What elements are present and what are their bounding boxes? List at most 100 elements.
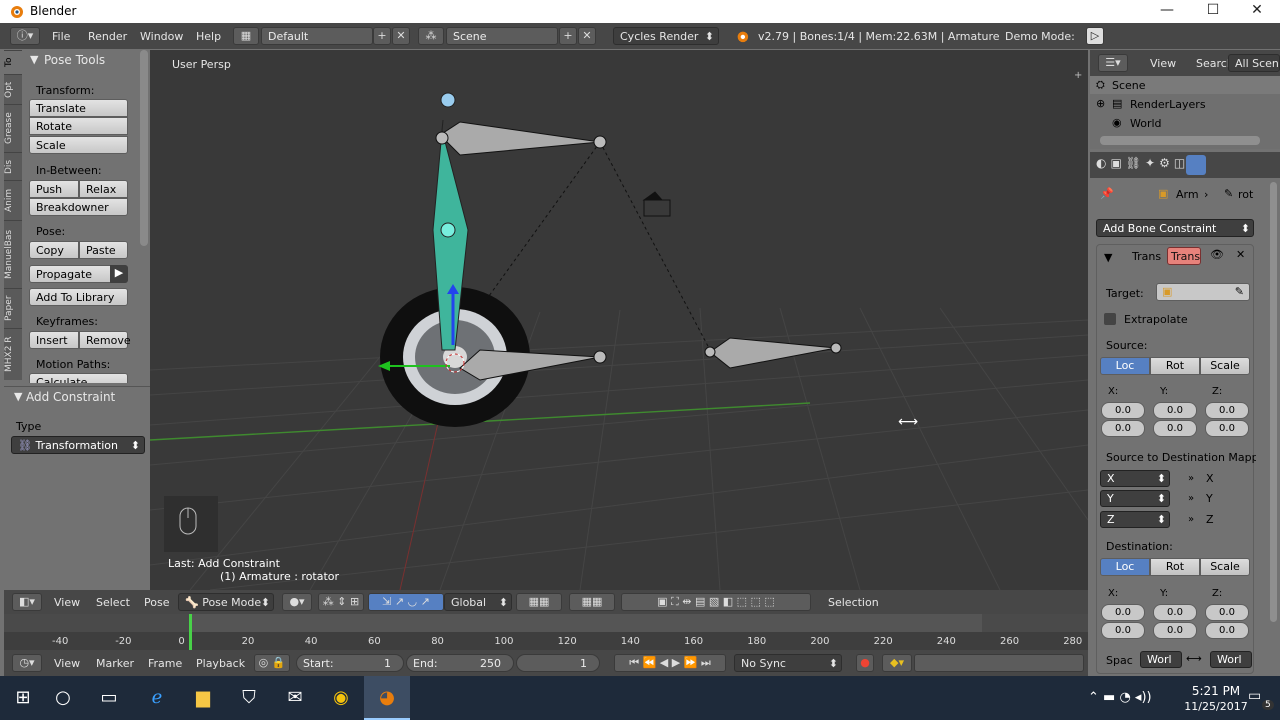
layers-grid-a[interactable]: ▦▦	[516, 593, 562, 611]
map-x-select[interactable]: X ⬍	[1100, 470, 1170, 487]
dest-scale-button[interactable]: Scale	[1200, 558, 1250, 576]
menu-view[interactable]: View	[1150, 57, 1176, 70]
dest-rot-button[interactable]: Rot	[1150, 558, 1200, 576]
breakdowner-button[interactable]: Breakdowner	[29, 198, 128, 216]
push-button[interactable]: Push	[29, 180, 79, 198]
clock-time[interactable]: 5:21 PM	[1178, 684, 1254, 698]
relax-button[interactable]: Relax	[79, 180, 128, 198]
calculate-button[interactable]: Calculate	[29, 373, 128, 383]
propagate-button[interactable]: Propagate ▶	[29, 265, 128, 283]
dest-z-max[interactable]: 0.0	[1205, 622, 1249, 639]
tab-options[interactable]: Opt	[4, 74, 22, 104]
menu-view[interactable]: View	[54, 657, 80, 670]
task-view-icon[interactable]: ▭	[86, 676, 132, 720]
outliner-row[interactable]: ◉ World	[1090, 114, 1280, 132]
tab-paper[interactable]: Paper	[4, 288, 22, 328]
tab-mhx2[interactable]: MHX2 R	[4, 328, 22, 380]
store-icon[interactable]: ⛉	[226, 676, 272, 720]
source-loc-button[interactable]: Loc	[1100, 357, 1150, 375]
menu-select[interactable]: Select	[96, 596, 130, 609]
remove-keyframe-button[interactable]: Remove	[79, 331, 131, 349]
target-space-select[interactable]: Worl	[1210, 651, 1252, 668]
type-select[interactable]: ⛓ Transformation ⬍	[11, 436, 145, 454]
dest-loc-button[interactable]: Loc	[1100, 558, 1150, 576]
maximize-button[interactable]: ☐	[1190, 0, 1236, 23]
add-bone-constraint-select[interactable]: Add Bone Constraint ⬍	[1096, 219, 1254, 237]
mail-icon[interactable]: ✉	[272, 676, 318, 720]
scene-add-icon[interactable]: +	[559, 27, 577, 45]
playback-controls[interactable]: ⏮ ⏪ ◀ ▶ ⏩ ⏭	[614, 654, 726, 672]
scene-field[interactable]: Scene	[446, 27, 558, 45]
source-scale-button[interactable]: Scale	[1200, 357, 1250, 375]
pin-icon[interactable]: 📌	[1100, 187, 1114, 200]
target-field[interactable]: ▣ ✎	[1156, 283, 1250, 301]
editor-type-icon[interactable]: ☰▾	[1098, 54, 1128, 72]
rotate-button[interactable]: Rotate	[29, 117, 128, 135]
tab-grease[interactable]: Grease	[4, 104, 22, 152]
tray-icons[interactable]: ⌃ ▬ ◔ ◂))	[1088, 690, 1152, 705]
dest-y-max[interactable]: 0.0	[1153, 622, 1197, 639]
header-tool-icons[interactable]: ▣ ⛶ ⇹ ▤ ▧ ◧ ⬚ ⬚ ⬚	[621, 593, 811, 611]
delete-constraint-icon[interactable]: ✕	[1236, 248, 1245, 261]
menu-view[interactable]: View	[54, 596, 80, 609]
outliner-scrollbar[interactable]	[1100, 136, 1260, 145]
editor-type-icon[interactable]: ◷▾	[12, 654, 42, 672]
tab-animation[interactable]: Anim	[4, 180, 22, 220]
constraint-name-field[interactable]: Trans	[1167, 247, 1201, 265]
expand-icon[interactable]: ⊕	[1096, 97, 1105, 110]
map-z-select[interactable]: Z ⬍	[1100, 511, 1170, 528]
properties-scrollbar[interactable]	[1270, 182, 1277, 622]
edge-icon[interactable]: ℯ	[134, 676, 180, 720]
file-explorer-icon[interactable]: ▆	[180, 676, 226, 720]
menu-help[interactable]: Help	[196, 30, 221, 43]
eyedropper-icon[interactable]: ✎	[1235, 285, 1244, 298]
editor-type-icon[interactable]: ◧▾	[12, 593, 42, 611]
outliner-row[interactable]: ⛭ Scene	[1090, 76, 1280, 94]
tab-display[interactable]: Dis	[4, 152, 22, 180]
timeline[interactable]: -40 -20 0 20 40 60 80 100 120 140 160 180 200 220 240 2…	[4, 614, 1088, 650]
editor-type-icon[interactable]: ⓘ▾	[10, 27, 40, 45]
menu-playback[interactable]: Playback	[196, 657, 245, 670]
menu-window[interactable]: Window	[140, 30, 183, 43]
cortana-icon[interactable]: ○	[40, 676, 86, 720]
menu-pose[interactable]: Pose	[144, 596, 169, 609]
mode-select[interactable]: 🦴 Pose Mode ⬍	[178, 593, 274, 611]
record-icon[interactable]: ●	[856, 654, 874, 672]
source-z-min[interactable]: 0.0	[1205, 402, 1249, 419]
tab-manuelbas[interactable]: ManuelBas	[4, 220, 22, 288]
manipulator-icons[interactable]: ⇲ ↗ ◡ ↗	[368, 593, 444, 611]
layers-grid-b[interactable]: ▦▦	[569, 593, 615, 611]
clock-date[interactable]: 11/25/2017	[1178, 700, 1254, 713]
render-engine-select[interactable]: Cycles Render ⬍	[613, 27, 719, 45]
sync-select[interactable]: No Sync ⬍	[734, 654, 842, 672]
extrapolate-checkbox[interactable]	[1104, 313, 1116, 325]
menu-frame[interactable]: Frame	[148, 657, 182, 670]
copy-button[interactable]: Copy	[29, 241, 79, 259]
minimize-button[interactable]: —	[1144, 0, 1190, 23]
source-z-max[interactable]: 0.0	[1205, 420, 1249, 437]
outliner-row[interactable]: ⊕ ▤ RenderLayers	[1090, 95, 1280, 113]
layout-add-icon[interactable]: +	[373, 27, 391, 45]
play-icon[interactable]: ▷	[1086, 27, 1104, 45]
dest-z-min[interactable]: 0.0	[1205, 604, 1249, 621]
display-mode-select[interactable]: All Scene	[1228, 54, 1280, 72]
menu-marker[interactable]: Marker	[96, 657, 134, 670]
owner-space-select[interactable]: Worl	[1140, 651, 1182, 668]
menu-file[interactable]: File	[52, 30, 70, 43]
notifications-icon[interactable]: ▭	[1248, 688, 1261, 704]
layout-remove-icon[interactable]: ✕	[392, 27, 410, 45]
collapse-triangle-icon[interactable]: ▼	[30, 53, 38, 66]
scene-icon[interactable]: ⁂	[418, 27, 444, 45]
source-y-min[interactable]: 0.0	[1153, 402, 1197, 419]
menu-render[interactable]: Render	[88, 30, 127, 43]
translate-button[interactable]: Translate	[29, 99, 128, 117]
start-frame-field[interactable]: Start: 1	[296, 654, 404, 672]
keying-set-field[interactable]	[914, 654, 1084, 672]
layout-icon[interactable]: ▦	[233, 27, 259, 45]
map-y-select[interactable]: Y ⬍	[1100, 490, 1170, 507]
current-frame-field[interactable]: 1	[516, 654, 600, 672]
add-to-library-button[interactable]: Add To Library	[29, 288, 128, 306]
shading-icon[interactable]: ●▾	[282, 593, 312, 611]
3d-viewport[interactable]: ⟷ User Persp + Last: Add Constraint (1) …	[150, 50, 1088, 590]
collapse-triangle-icon[interactable]: ▼	[14, 390, 22, 403]
